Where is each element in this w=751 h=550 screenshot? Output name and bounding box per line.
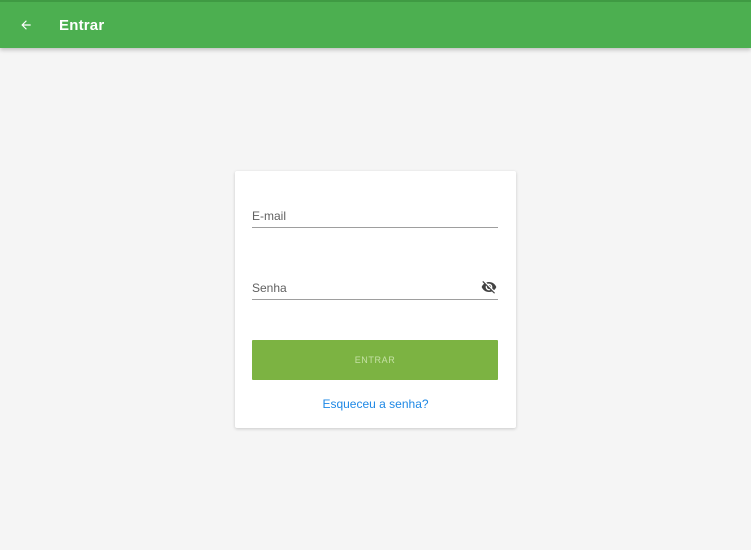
- login-button[interactable]: ENTRAR: [252, 340, 498, 380]
- password-input[interactable]: [252, 281, 472, 295]
- password-field: [252, 269, 498, 300]
- app-bar: Entrar: [0, 0, 751, 48]
- toggle-password-visibility-button[interactable]: [480, 279, 498, 295]
- email-input[interactable]: [252, 209, 472, 223]
- page-title: Entrar: [59, 16, 105, 34]
- eye-off-icon: [481, 281, 497, 294]
- login-card: ENTRAR Esqueceu a senha?: [235, 171, 516, 428]
- email-field: [252, 197, 498, 228]
- back-button[interactable]: [12, 11, 40, 39]
- arrow-left-icon: [21, 20, 31, 30]
- forgot-password-link[interactable]: Esqueceu a senha?: [235, 397, 516, 411]
